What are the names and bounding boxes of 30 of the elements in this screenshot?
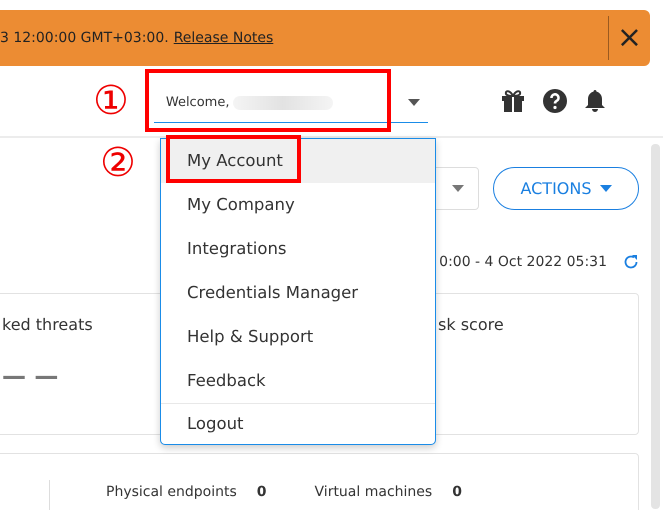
banner-text: 3 12:00:00 GMT+03:00. xyxy=(0,30,169,46)
date-range: 0:00 - 4 Oct 2022 05:31 xyxy=(439,254,607,270)
user-dropdown[interactable]: Welcome, xyxy=(154,84,428,122)
caret-icon xyxy=(452,185,464,192)
stat-label: Physical endpoints xyxy=(106,484,237,500)
scrollbar[interactable] xyxy=(651,144,660,509)
menu-item[interactable]: My Account xyxy=(161,139,435,183)
stat-value: 0 xyxy=(256,484,267,500)
annotation-number: ① xyxy=(93,81,129,121)
stat-label: Virtual machines xyxy=(314,484,432,500)
caret-icon xyxy=(600,185,612,192)
help-icon[interactable] xyxy=(542,89,567,113)
menu-item[interactable]: Feedback xyxy=(161,359,435,403)
menu-item[interactable]: Logout xyxy=(161,403,435,444)
menu-item[interactable]: Help & Support xyxy=(161,315,435,359)
menu-item[interactable]: Integrations xyxy=(161,227,435,271)
bell-icon[interactable] xyxy=(584,89,606,113)
stat-value: 0 xyxy=(452,484,462,500)
actions-button[interactable]: ACTIONS xyxy=(493,167,639,210)
gift-icon[interactable] xyxy=(500,89,526,113)
card-title: ked threats xyxy=(2,315,93,334)
card-value: — — xyxy=(2,362,60,390)
refresh-icon[interactable] xyxy=(623,254,639,270)
card-title: sk score xyxy=(438,315,505,334)
caret-icon xyxy=(408,99,420,106)
menu-item[interactable]: Credentials Manager xyxy=(161,271,435,315)
annotation-number: ② xyxy=(100,143,136,183)
menu-item[interactable]: My Company xyxy=(161,183,435,227)
close-button[interactable]: × xyxy=(608,16,650,60)
release-notes-link[interactable]: Release Notes xyxy=(174,30,274,46)
